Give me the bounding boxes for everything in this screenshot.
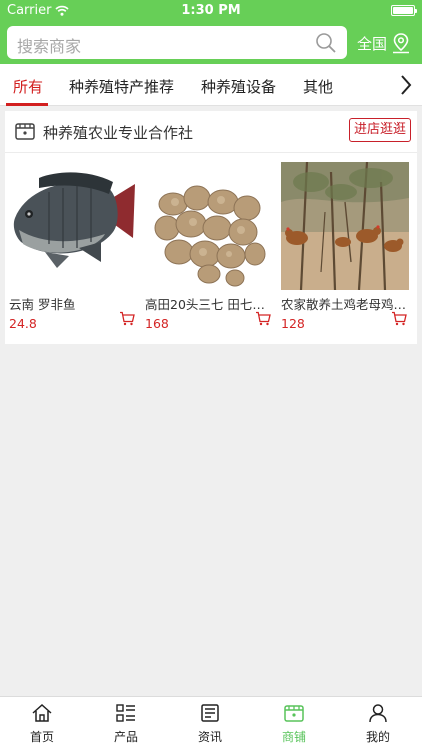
region-selector[interactable]: 全国 [357,32,411,54]
product-image-tilapia[interactable] [9,162,137,290]
chevron-right-icon[interactable] [400,74,412,96]
nav-products-label: 产品 [113,730,138,744]
bottom-nav: 首页 产品 资讯 商铺 我的 [0,696,422,750]
cart-icon[interactable] [391,311,407,326]
top-bar: Carrier 1:30 PM 搜索商家 全国 [0,0,422,64]
product-item[interactable]: 云南 罗非鱼 24.8 [9,162,137,331]
cart-icon[interactable] [119,311,135,326]
active-tab-indicator [6,103,48,106]
tab-specialty-recommend[interactable]: 种养殖特产推荐 [69,76,174,97]
product-image-sanqi[interactable] [145,162,273,290]
product-price: 128 [281,316,305,331]
search-input[interactable]: 搜索商家 [7,26,347,59]
product-price: 168 [145,316,169,331]
category-tabs: 所有 种养殖特产推荐 种养殖设备 其他 [0,64,422,106]
nav-shops[interactable]: 商铺 [252,703,336,745]
nav-products[interactable]: 产品 [84,703,168,745]
tab-other[interactable]: 其他 [303,76,333,97]
status-bar: Carrier 1:30 PM [0,0,422,20]
grid-list-icon [116,704,135,722]
tab-all[interactable]: 所有 [13,76,43,97]
product-title: 云南 罗非鱼 [9,297,76,312]
nav-news[interactable]: 资讯 [168,703,252,745]
product-item[interactable]: 高田20头三七 田七2… 168 [145,162,273,331]
status-time: 1:30 PM [181,3,241,18]
shop-name: 种养殖农业专业合作社 [43,124,194,142]
nav-home[interactable]: 首页 [0,703,84,745]
tab-equipment[interactable]: 种养殖设备 [201,76,276,97]
product-price: 24.8 [9,316,37,331]
product-title: 农家散养土鸡老母鸡… [281,297,407,312]
shop-header: 种养殖农业专业合作社 进店逛逛 [5,111,417,153]
region-label: 全国 [357,34,388,53]
battery-icon [391,5,417,16]
store-icon [284,705,304,722]
news-icon [201,704,219,722]
product-item[interactable]: 农家散养土鸡老母鸡… 128 [281,162,409,331]
cart-icon[interactable] [255,311,271,326]
nav-mine[interactable]: 我的 [336,703,420,745]
enter-shop-button[interactable]: 进店逛逛 [349,118,411,142]
nav-mine-label: 我的 [365,730,390,744]
shop-card: 种养殖农业专业合作社 进店逛逛 云南 罗非鱼 24.8 高田20头三七 田七2…… [5,111,417,344]
search-placeholder: 搜索商家 [17,37,82,56]
product-title: 高田20头三七 田七2… [145,297,271,312]
location-pin-icon [393,33,410,54]
nav-shops-label: 商铺 [281,730,306,744]
search-icon[interactable] [315,32,337,54]
product-image-chicken[interactable] [281,162,409,290]
store-icon [15,123,35,140]
nav-home-label: 首页 [29,730,54,744]
user-icon [369,704,387,723]
nav-news-label: 资讯 [197,730,222,744]
home-icon [32,703,52,722]
